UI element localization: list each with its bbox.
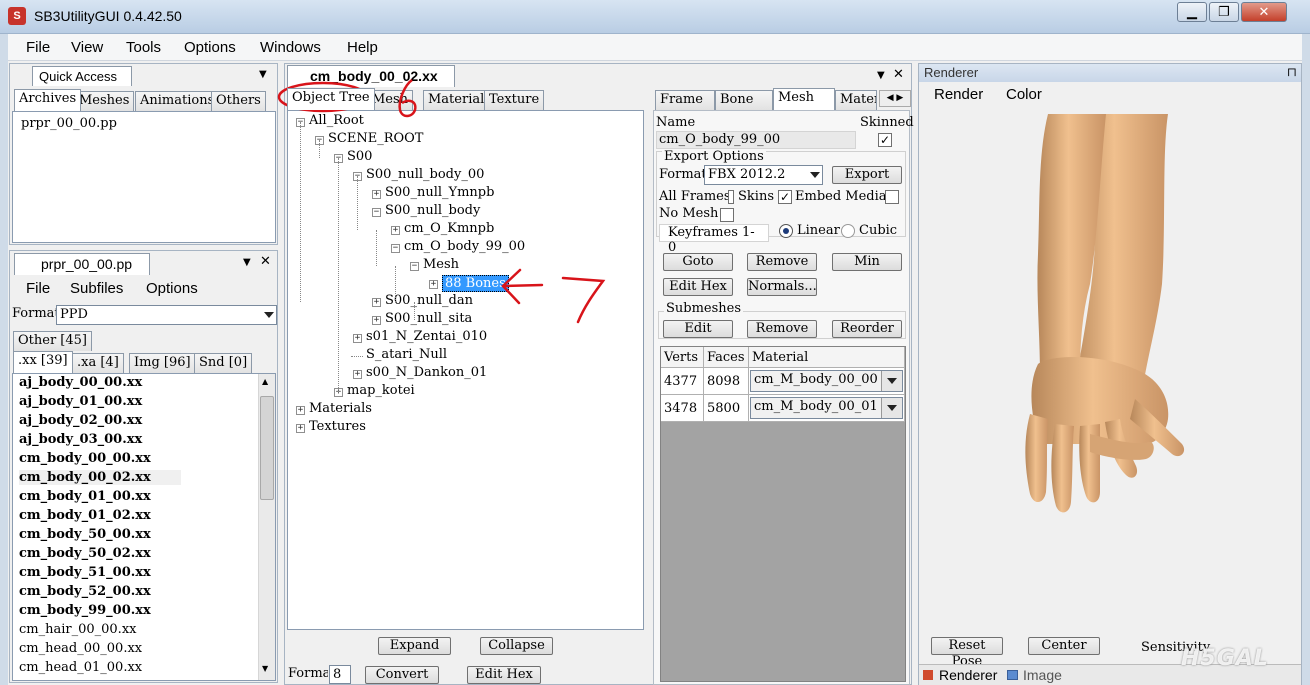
tab-xx[interactable]: .xx [39] (13, 351, 73, 373)
tab-mesh-props[interactable]: Mesh (773, 88, 835, 110)
annotation-overlay (277, 78, 606, 324)
tab-archives[interactable]: Archives (14, 89, 82, 111)
red-number-6 (398, 78, 417, 118)
red-number-7 (561, 276, 606, 324)
red-arrow-annotation (501, 268, 544, 305)
tab-object-tree[interactable]: Object Tree (287, 88, 375, 110)
